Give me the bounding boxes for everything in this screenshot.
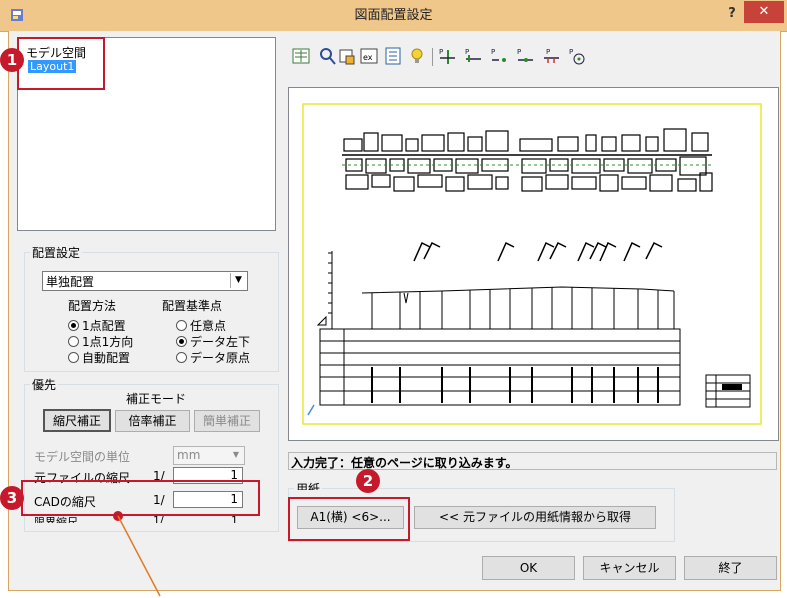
point-cross-icon[interactable]: P: [438, 46, 456, 66]
callout-frame-1: [17, 37, 105, 90]
svg-text:ex: ex: [363, 53, 373, 62]
callout-frame-2: [288, 497, 410, 541]
priority-group-label: 優先: [30, 376, 59, 393]
placement-combo-value: 単独配置: [46, 275, 95, 289]
finish-button[interactable]: 終了: [684, 556, 777, 580]
window-title: 図面配置設定: [354, 8, 433, 23]
svg-text:P: P: [569, 48, 573, 56]
close-button[interactable]: ✕: [744, 1, 784, 23]
preview-drawing: [302, 103, 762, 425]
toolbar: ex P P P P P P: [292, 46, 632, 70]
scale-correction-button[interactable]: 縮尺補正: [43, 409, 111, 432]
marker-2: 2: [356, 469, 380, 493]
extents-icon[interactable]: ex: [360, 46, 378, 66]
radio-icon: [176, 320, 187, 331]
lightbulb-icon[interactable]: [408, 46, 426, 66]
basepoint-radio-origin[interactable]: データ原点: [176, 349, 250, 366]
marker-1: 1: [0, 48, 24, 72]
method-radio-1point1dir[interactable]: 1点1方向: [68, 333, 133, 350]
ok-button[interactable]: OK: [482, 556, 575, 580]
drawing-preview[interactable]: [288, 87, 779, 441]
paper-group-label: 用紙: [294, 480, 323, 490]
radio-checked-icon: [176, 336, 187, 347]
zoom-icon[interactable]: [318, 46, 336, 66]
chevron-down-icon[interactable]: ▼: [230, 273, 246, 288]
model-unit-select[interactable]: mm ▼: [173, 446, 245, 465]
correction-mode-label: 補正モード: [126, 392, 187, 406]
status-message: 入力完了：任意のページに取り込みます。: [291, 456, 518, 470]
chevron-down-icon[interactable]: ▼: [229, 448, 243, 462]
radio-icon: [68, 352, 79, 363]
svg-text:P: P: [517, 48, 521, 56]
status-bar: 入力完了：任意のページに取り込みます。: [288, 452, 777, 470]
ratio-correction-button[interactable]: 倍率補正: [115, 410, 190, 432]
method-label: 配置方法: [68, 299, 117, 313]
svg-text:P: P: [465, 48, 469, 56]
point-dot-icon[interactable]: P: [490, 46, 508, 66]
marker-3: 3: [0, 486, 24, 510]
scale-icon[interactable]: [384, 46, 402, 66]
model-unit-label: モデル空間の単位: [34, 450, 131, 464]
simple-correction-button[interactable]: 簡単補正: [194, 410, 260, 432]
point-dotline-icon[interactable]: P: [516, 46, 534, 66]
svg-text:P: P: [491, 48, 495, 56]
layout-icon[interactable]: [292, 46, 310, 66]
method-radio-auto[interactable]: 自動配置: [68, 349, 130, 366]
point-line-icon[interactable]: P: [464, 46, 482, 66]
svg-text:P: P: [546, 48, 550, 56]
radio-icon: [68, 336, 79, 347]
basepoint-radio-any[interactable]: 任意点: [176, 317, 226, 334]
basepoint-label: 配置基準点: [162, 299, 223, 313]
placement-combo[interactable]: 単独配置 ▼: [42, 271, 248, 291]
callout-pointer: [113, 511, 161, 597]
radio-icon: [176, 352, 187, 363]
svg-text:P: P: [439, 48, 443, 56]
method-radio-1point[interactable]: 1点配置: [68, 317, 126, 334]
help-button[interactable]: ?: [722, 6, 742, 24]
cancel-button[interactable]: キャンセル: [583, 556, 676, 580]
point-circle-icon[interactable]: P: [568, 46, 586, 66]
fit-icon[interactable]: [338, 46, 356, 66]
radio-checked-icon: [68, 320, 79, 331]
title-bar: 図面配置設定 ? ✕: [0, 0, 787, 32]
basepoint-radio-lowerleft[interactable]: データ左下: [176, 333, 250, 350]
toolbar-separator: [432, 48, 433, 66]
point-rail-icon[interactable]: P: [542, 46, 560, 66]
from-source-paper-button[interactable]: << 元ファイルの用紙情報から取得: [414, 506, 656, 529]
placement-group-label: 配置設定: [30, 244, 83, 261]
